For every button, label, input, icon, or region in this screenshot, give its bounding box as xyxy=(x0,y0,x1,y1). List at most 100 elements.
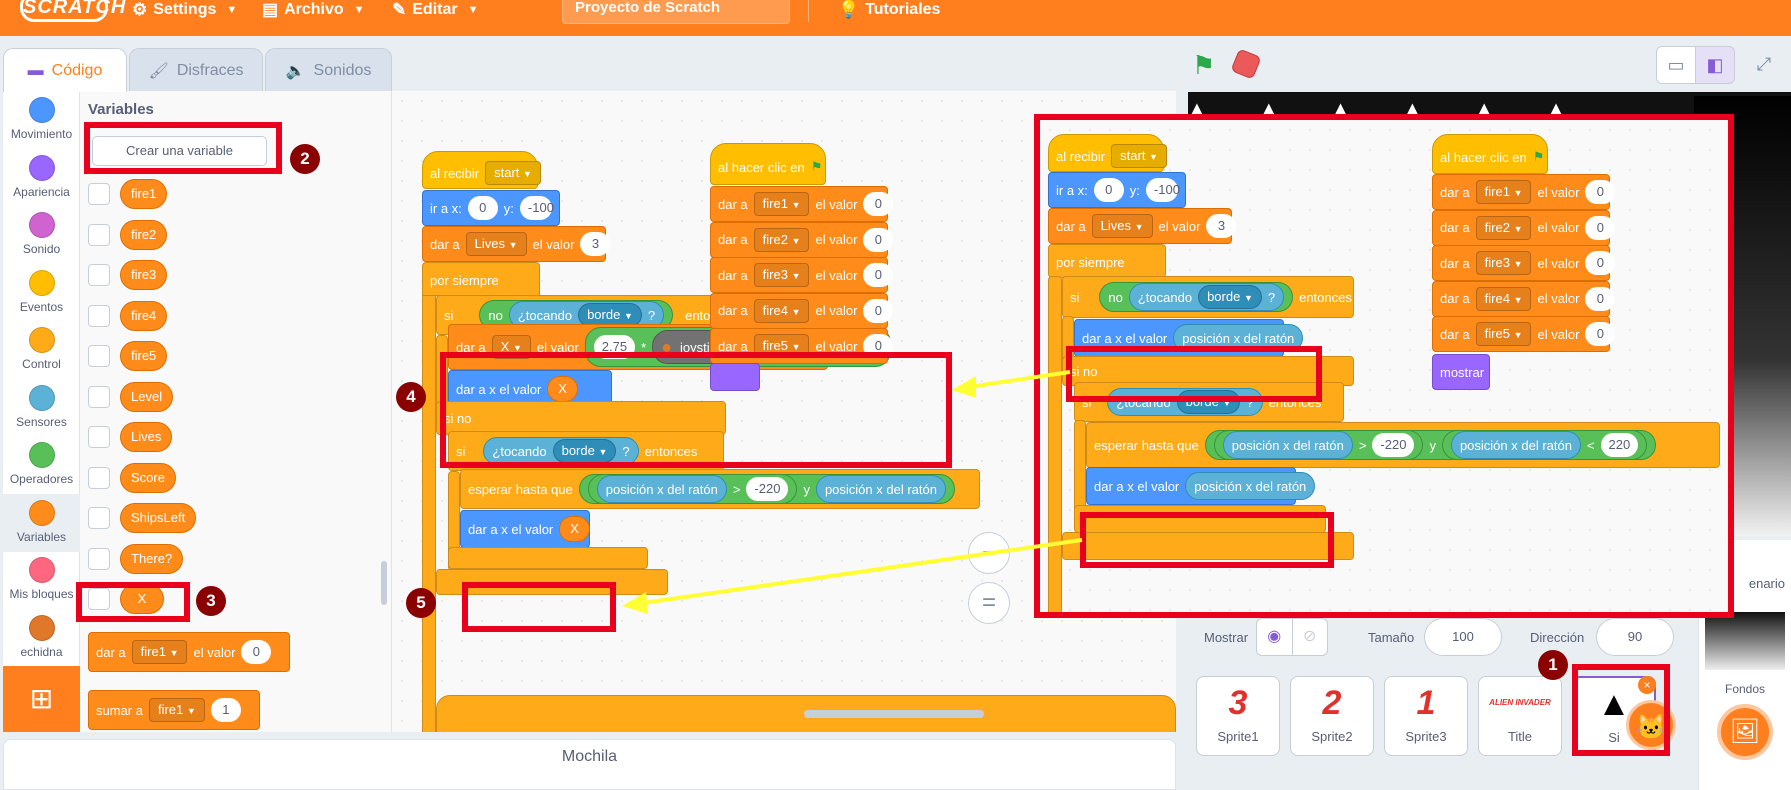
touching-dropdown[interactable]: borde ▼ xyxy=(552,439,617,463)
when-receive-hat-block[interactable]: al recibir start ▼ xyxy=(422,151,541,189)
zoom-reset-button[interactable]: = xyxy=(968,582,1010,624)
sprite-tile[interactable]: 3 Sprite1 xyxy=(1196,676,1280,756)
palette-change-block[interactable]: sumar a fire1 ▼ 1 xyxy=(88,690,260,730)
variable-dropdown[interactable]: fire3 ▼ xyxy=(753,263,810,287)
when-flag-clicked-hat-block[interactable]: al hacer clic en ⚑ xyxy=(710,143,826,185)
category-sonido[interactable]: Sonido xyxy=(3,206,80,264)
variable-monitor-checkbox[interactable] xyxy=(88,507,110,529)
category-eventos[interactable]: Eventos xyxy=(3,264,80,322)
add-sprite-button[interactable]: 🐱 xyxy=(1626,700,1676,750)
add-extension-button[interactable]: ⊞ xyxy=(3,666,80,732)
sprite-tile[interactable]: ALIEN INVADER Title xyxy=(1478,676,1562,756)
variable-monitor-checkbox[interactable] xyxy=(88,466,110,489)
backdrop-thumbnail[interactable] xyxy=(1705,612,1785,670)
greater-than-operator[interactable]: posición x del ratón > -220 xyxy=(587,474,798,504)
value-input[interactable]: 0 xyxy=(863,334,894,358)
variable-dropdown[interactable]: fire1 ▼ xyxy=(148,698,205,722)
variable-monitor-checkbox[interactable] xyxy=(88,223,110,246)
tutorials-button[interactable]: 💡 Tutoriales xyxy=(838,0,940,20)
variable-dropdown[interactable]: fire5 ▼ xyxy=(753,334,810,358)
variable-monitor-checkbox[interactable] xyxy=(88,426,110,448)
category-control[interactable]: Control xyxy=(3,321,80,379)
value-input[interactable]: 0 xyxy=(863,227,894,252)
value-input[interactable]: 0 xyxy=(863,192,894,216)
direction-input[interactable]: 90 xyxy=(1596,618,1674,656)
category-variables[interactable]: Variables xyxy=(3,493,80,552)
x-input[interactable]: 0 xyxy=(467,196,498,220)
set-x-position-block[interactable]: dar a x el valor X xyxy=(460,510,590,548)
category-echidna[interactable]: echidna xyxy=(3,609,80,667)
nested-if-block[interactable]: si ¿tocando borde ▼ ? entonces xyxy=(448,431,724,471)
set-lives-block[interactable]: dar a Lives ▼ el valor 3 xyxy=(422,226,611,262)
edit-menu[interactable]: ✎ Editar ▼ xyxy=(392,0,478,20)
variable-monitor-checkbox[interactable] xyxy=(88,183,110,205)
workspace-scrollbar[interactable] xyxy=(804,710,984,718)
small-stage-button[interactable]: ▭ xyxy=(1656,46,1696,84)
set-fire5-block[interactable]: dar a fire5 ▼ el valor 0 xyxy=(710,328,894,364)
category-sensores[interactable]: Sensores xyxy=(3,379,80,437)
variable-reporter[interactable]: fire1 xyxy=(120,179,168,209)
value-input[interactable]: -220 xyxy=(746,477,789,501)
variable-reporter[interactable]: fire5 xyxy=(120,341,168,371)
category-movimiento[interactable]: Movimiento xyxy=(3,91,80,149)
x-variable-reporter[interactable]: X xyxy=(559,516,590,542)
variable-reporter[interactable]: fire3 xyxy=(120,260,168,290)
set-fire3-block[interactable]: dar a fire3 ▼ el valor 0 xyxy=(710,257,894,293)
tab-costumes[interactable]: 🖌 Disfraces xyxy=(129,48,263,92)
visibility-toggle[interactable]: ◉ ⊘ xyxy=(1256,618,1328,656)
project-name-input[interactable]: Proyecto de Scratch xyxy=(562,0,790,24)
category-operadores[interactable]: Operadores xyxy=(3,436,80,494)
variable-dropdown[interactable]: fire1 ▼ xyxy=(131,640,188,664)
variable-monitor-checkbox[interactable] xyxy=(88,588,110,610)
x-variable-reporter[interactable]: X xyxy=(547,376,578,402)
multiplier-input[interactable]: 2.75 xyxy=(593,335,636,359)
wait-until-block[interactable]: esperar hasta que posición x del ratón >… xyxy=(460,469,980,509)
green-flag-icon[interactable]: ⚑ xyxy=(1192,50,1215,81)
value-input[interactable]: 3 xyxy=(580,232,611,256)
category-mis-bloques[interactable]: Mis bloques xyxy=(3,551,80,609)
palette-set-block[interactable]: dar a fire1 ▼ el valor 0 xyxy=(88,632,290,672)
variable-monitor-checkbox[interactable] xyxy=(88,264,110,286)
message-dropdown[interactable]: start ▼ xyxy=(485,161,541,185)
goto-xy-block[interactable]: ir a x: 0 y: -100 xyxy=(422,190,560,226)
value-input[interactable]: 0 xyxy=(863,298,894,323)
variable-reporter[interactable]: Level xyxy=(120,381,174,412)
variable-monitor-checkbox[interactable] xyxy=(88,385,110,408)
change-variable-block[interactable]: sumar a fire1 ▼ 1 xyxy=(88,690,260,730)
eye-off-icon[interactable]: ⊘ xyxy=(1291,619,1328,655)
fullscreen-icon[interactable]: ⤢ xyxy=(1744,46,1784,84)
variable-reporter[interactable]: There? xyxy=(120,543,184,574)
stop-icon[interactable] xyxy=(1230,48,1262,80)
touching-sensor[interactable]: ¿tocando borde ▼ ? xyxy=(483,437,639,465)
set-variable-block[interactable]: dar a fire1 ▼ el valor 0 xyxy=(88,632,290,672)
show-block-partial[interactable] xyxy=(710,363,760,391)
variable-monitor-checkbox[interactable] xyxy=(88,547,110,570)
variable-reporter[interactable]: ShipsLeft xyxy=(120,503,197,533)
settings-menu[interactable]: ⚙ Settings ▼ xyxy=(132,0,237,20)
variable-monitor-checkbox[interactable] xyxy=(88,345,110,367)
file-menu[interactable]: ▤ Archivo ▼ xyxy=(262,0,365,20)
size-input[interactable]: 100 xyxy=(1424,618,1502,656)
variable-dropdown[interactable]: fire2 ▼ xyxy=(753,227,810,252)
value-input[interactable]: 1 xyxy=(210,698,241,722)
sprite-tile[interactable]: 1 Sprite3 xyxy=(1384,676,1468,756)
variable-reporter[interactable]: X xyxy=(120,584,164,614)
category-apariencia[interactable]: Apariencia xyxy=(3,149,80,207)
variable-dropdown[interactable]: fire1 ▼ xyxy=(753,192,810,216)
tab-code[interactable]: ▬ Código xyxy=(3,48,127,92)
and-operator[interactable]: posición x del ratón > -220 y posición x… xyxy=(578,474,955,504)
zoom-out-button[interactable]: − xyxy=(968,532,1010,574)
value-input[interactable]: 0 xyxy=(241,640,272,664)
mouse-x-reporter[interactable]: posición x del ratón xyxy=(815,475,946,503)
variable-reporter[interactable]: fire4 xyxy=(120,300,168,331)
palette-scrollbar[interactable] xyxy=(381,561,387,605)
create-variable-button[interactable]: Crear una variable xyxy=(92,136,267,166)
eye-icon[interactable]: ◉ xyxy=(1257,619,1292,655)
normal-stage-button[interactable]: ◧ xyxy=(1695,46,1735,84)
set-fire4-block[interactable]: dar a fire4 ▼ el valor 0 xyxy=(710,292,894,329)
variable-monitor-checkbox[interactable] xyxy=(88,304,110,327)
backpack-panel[interactable]: Mochila xyxy=(3,739,1176,790)
scratch-logo[interactable]: SCRATCH xyxy=(20,0,125,22)
tab-sounds[interactable]: 🔈 Sonidos xyxy=(265,48,392,92)
set-fire1-block[interactable]: dar a fire1 ▼ el valor 0 xyxy=(710,186,894,222)
